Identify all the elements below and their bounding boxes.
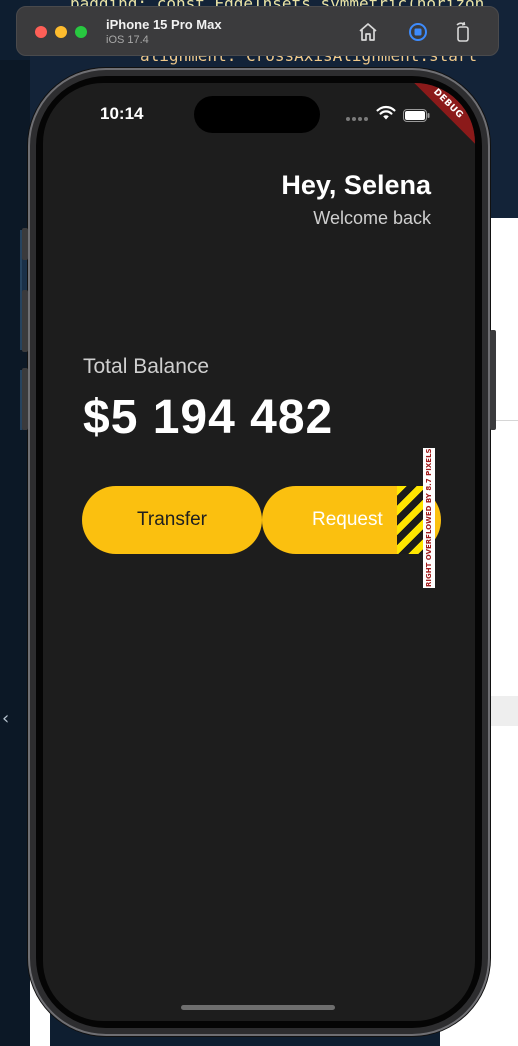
greeting-title: Hey, Selena — [281, 170, 431, 200]
power-button — [490, 330, 496, 430]
welcome-subtitle: Welcome back — [313, 208, 431, 228]
signal-dots-icon — [346, 117, 368, 121]
close-window-button[interactable] — [35, 26, 47, 38]
os-version: iOS 17.4 — [106, 34, 149, 46]
volume-up-button — [22, 290, 28, 352]
minimize-window-button[interactable] — [55, 26, 67, 38]
device-name: iPhone 15 Pro Max — [106, 17, 222, 32]
ide-gutter — [0, 60, 32, 1046]
overflow-warning: RIGHT OVERFLOWED BY 8.7 PIXELS — [423, 448, 435, 588]
overflow-indicator — [397, 486, 423, 554]
simulator-toolbar: iPhone 15 Pro Max iOS 17.4 — [16, 6, 499, 56]
balance-amount: $5 194 482 — [83, 391, 334, 444]
battery-icon — [403, 107, 430, 122]
rotate-icon[interactable] — [451, 20, 475, 44]
volume-down-button — [22, 368, 28, 430]
wifi-icon — [376, 105, 396, 121]
zoom-window-button[interactable] — [75, 26, 87, 38]
transfer-button[interactable]: Transfer — [82, 486, 262, 554]
screenshot-icon[interactable] — [406, 20, 430, 44]
request-button-label: Request — [312, 509, 383, 530]
action-button — [22, 228, 28, 260]
home-icon[interactable] — [356, 20, 380, 44]
chevron-left-icon[interactable]: ‹ — [2, 708, 9, 729]
transfer-button-label: Transfer — [136, 509, 208, 530]
status-time: 10:14 — [100, 104, 144, 123]
home-indicator[interactable] — [181, 1005, 335, 1010]
balance-label: Total Balance — [83, 355, 210, 378]
app-screen: 10:14 DEBUG Hey, Selena Welcome back Tot… — [43, 83, 475, 1021]
dynamic-island — [194, 96, 320, 133]
overflow-warning-text: RIGHT OVERFLOWED BY 8.7 PIXELS — [425, 448, 433, 587]
